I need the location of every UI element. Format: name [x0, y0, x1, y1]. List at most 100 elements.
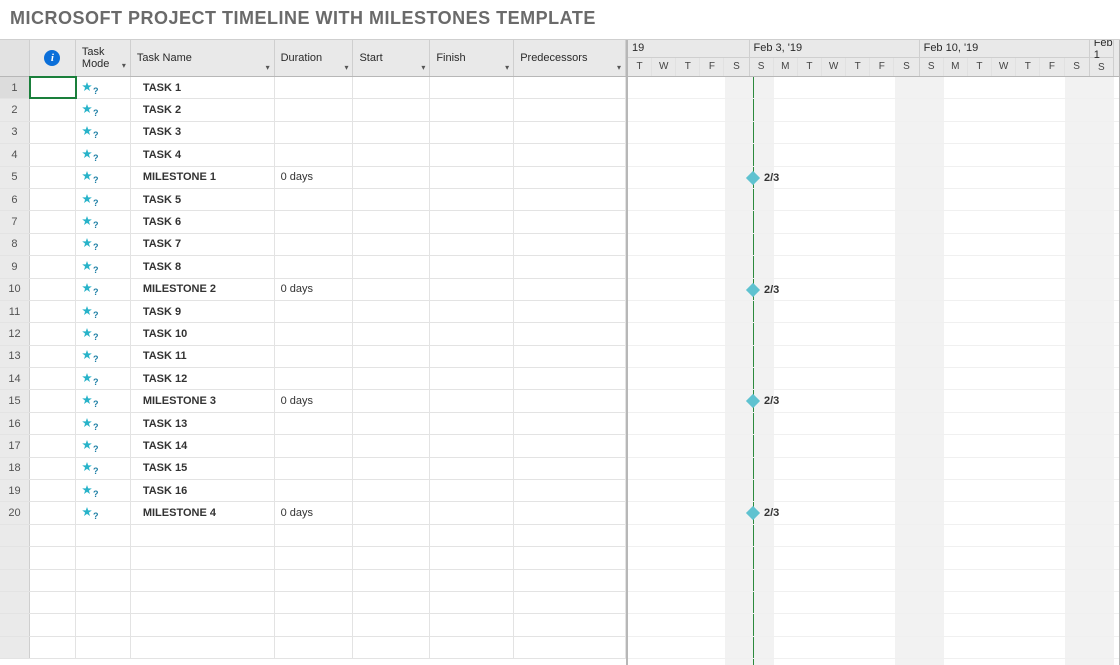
table-row[interactable]: 18 ? TASK 15 [0, 458, 626, 480]
dropdown-icon[interactable]: ▾ [344, 63, 348, 72]
cell-start[interactable] [353, 637, 430, 658]
gantt-row[interactable] [628, 570, 1119, 592]
cell-start[interactable] [353, 301, 430, 322]
table-row[interactable]: 13 ? TASK 11 [0, 346, 626, 368]
cell-finish[interactable] [430, 99, 514, 120]
cell-predecessors[interactable] [514, 570, 626, 591]
cell-duration[interactable] [275, 637, 354, 658]
cell-task-mode[interactable]: ? [76, 346, 131, 367]
cell-task-name[interactable]: TASK 12 [131, 368, 275, 389]
cell-info[interactable] [30, 99, 76, 120]
cell-duration[interactable]: 0 days [275, 167, 354, 188]
cell-start[interactable] [353, 413, 430, 434]
header-rownum[interactable] [0, 40, 30, 76]
cell-info[interactable] [30, 614, 76, 635]
gantt-row[interactable]: 2/3 [628, 167, 1119, 189]
cell-task-name[interactable]: TASK 10 [131, 323, 275, 344]
cell-finish[interactable] [430, 413, 514, 434]
gantt-row[interactable] [628, 525, 1119, 547]
gantt-row[interactable] [628, 480, 1119, 502]
cell-info[interactable] [30, 256, 76, 277]
cell-info[interactable] [30, 435, 76, 456]
cell-task-mode[interactable]: ? [76, 279, 131, 300]
row-number[interactable]: 3 [0, 122, 30, 143]
cell-duration[interactable]: 0 days [275, 279, 354, 300]
cell-task-mode[interactable] [76, 525, 131, 546]
cell-task-name[interactable]: TASK 1 [131, 77, 275, 98]
cell-task-name[interactable]: MILESTONE 2 [131, 279, 275, 300]
table-row[interactable]: 15 ? MILESTONE 30 days [0, 390, 626, 412]
row-number[interactable]: 10 [0, 279, 30, 300]
header-task-name[interactable]: Task Name ▾ [131, 40, 275, 76]
header-start[interactable]: Start ▾ [353, 40, 430, 76]
cell-predecessors[interactable] [514, 502, 626, 523]
row-number[interactable]: 20 [0, 502, 30, 523]
cell-finish[interactable] [430, 301, 514, 322]
cell-finish[interactable] [430, 234, 514, 255]
cell-duration[interactable] [275, 368, 354, 389]
gantt-row[interactable] [628, 99, 1119, 121]
header-task-mode[interactable]: Task Mode ▾ [76, 40, 131, 76]
cell-start[interactable] [353, 346, 430, 367]
cell-finish[interactable] [430, 77, 514, 98]
gantt-body[interactable]: 2/32/32/32/3 [628, 77, 1119, 665]
header-predecessors[interactable]: Predecessors ▾ [514, 40, 626, 76]
gantt-row[interactable] [628, 211, 1119, 233]
cell-duration[interactable] [275, 547, 354, 568]
cell-duration[interactable] [275, 413, 354, 434]
cell-finish[interactable] [430, 525, 514, 546]
gantt-row[interactable] [628, 592, 1119, 614]
cell-start[interactable] [353, 570, 430, 591]
row-number[interactable] [0, 570, 30, 591]
cell-finish[interactable] [430, 480, 514, 501]
cell-predecessors[interactable] [514, 167, 626, 188]
cell-task-mode[interactable]: ? [76, 390, 131, 411]
table-row[interactable] [0, 592, 626, 614]
cell-finish[interactable] [430, 592, 514, 613]
cell-info[interactable] [30, 234, 76, 255]
cell-start[interactable] [353, 279, 430, 300]
header-info[interactable]: i [30, 40, 76, 76]
cell-task-name[interactable]: TASK 3 [131, 122, 275, 143]
cell-finish[interactable] [430, 256, 514, 277]
cell-finish[interactable] [430, 435, 514, 456]
cell-task-name[interactable]: TASK 11 [131, 346, 275, 367]
cell-predecessors[interactable] [514, 614, 626, 635]
cell-finish[interactable] [430, 368, 514, 389]
cell-start[interactable] [353, 189, 430, 210]
table-row[interactable]: 11 ? TASK 9 [0, 301, 626, 323]
cell-finish[interactable] [430, 502, 514, 523]
cell-start[interactable] [353, 144, 430, 165]
cell-finish[interactable] [430, 570, 514, 591]
cell-predecessors[interactable] [514, 525, 626, 546]
cell-task-name[interactable]: TASK 6 [131, 211, 275, 232]
gantt-row[interactable] [628, 637, 1119, 659]
cell-task-name[interactable]: MILESTONE 4 [131, 502, 275, 523]
cell-task-mode[interactable]: ? [76, 301, 131, 322]
cell-finish[interactable] [430, 346, 514, 367]
cell-predecessors[interactable] [514, 547, 626, 568]
table-row[interactable] [0, 614, 626, 636]
cell-finish[interactable] [430, 279, 514, 300]
cell-start[interactable] [353, 368, 430, 389]
table-row[interactable]: 20 ? MILESTONE 40 days [0, 502, 626, 524]
table-row[interactable]: 16 ? TASK 13 [0, 413, 626, 435]
cell-duration[interactable] [275, 435, 354, 456]
cell-duration[interactable] [275, 144, 354, 165]
cell-duration[interactable] [275, 614, 354, 635]
row-number[interactable]: 15 [0, 390, 30, 411]
cell-task-name[interactable]: MILESTONE 1 [131, 167, 275, 188]
cell-duration[interactable] [275, 570, 354, 591]
row-number[interactable]: 12 [0, 323, 30, 344]
cell-task-name[interactable] [131, 637, 275, 658]
cell-predecessors[interactable] [514, 189, 626, 210]
cell-finish[interactable] [430, 458, 514, 479]
row-number[interactable] [0, 547, 30, 568]
cell-task-mode[interactable]: ? [76, 189, 131, 210]
cell-task-mode[interactable]: ? [76, 502, 131, 523]
cell-predecessors[interactable] [514, 77, 626, 98]
cell-start[interactable] [353, 234, 430, 255]
cell-start[interactable] [353, 256, 430, 277]
row-number[interactable]: 13 [0, 346, 30, 367]
gantt-chart[interactable]: 19TWTFSFeb 3, '19SMTWTFSFeb 10, '19SMTWT… [628, 40, 1120, 665]
